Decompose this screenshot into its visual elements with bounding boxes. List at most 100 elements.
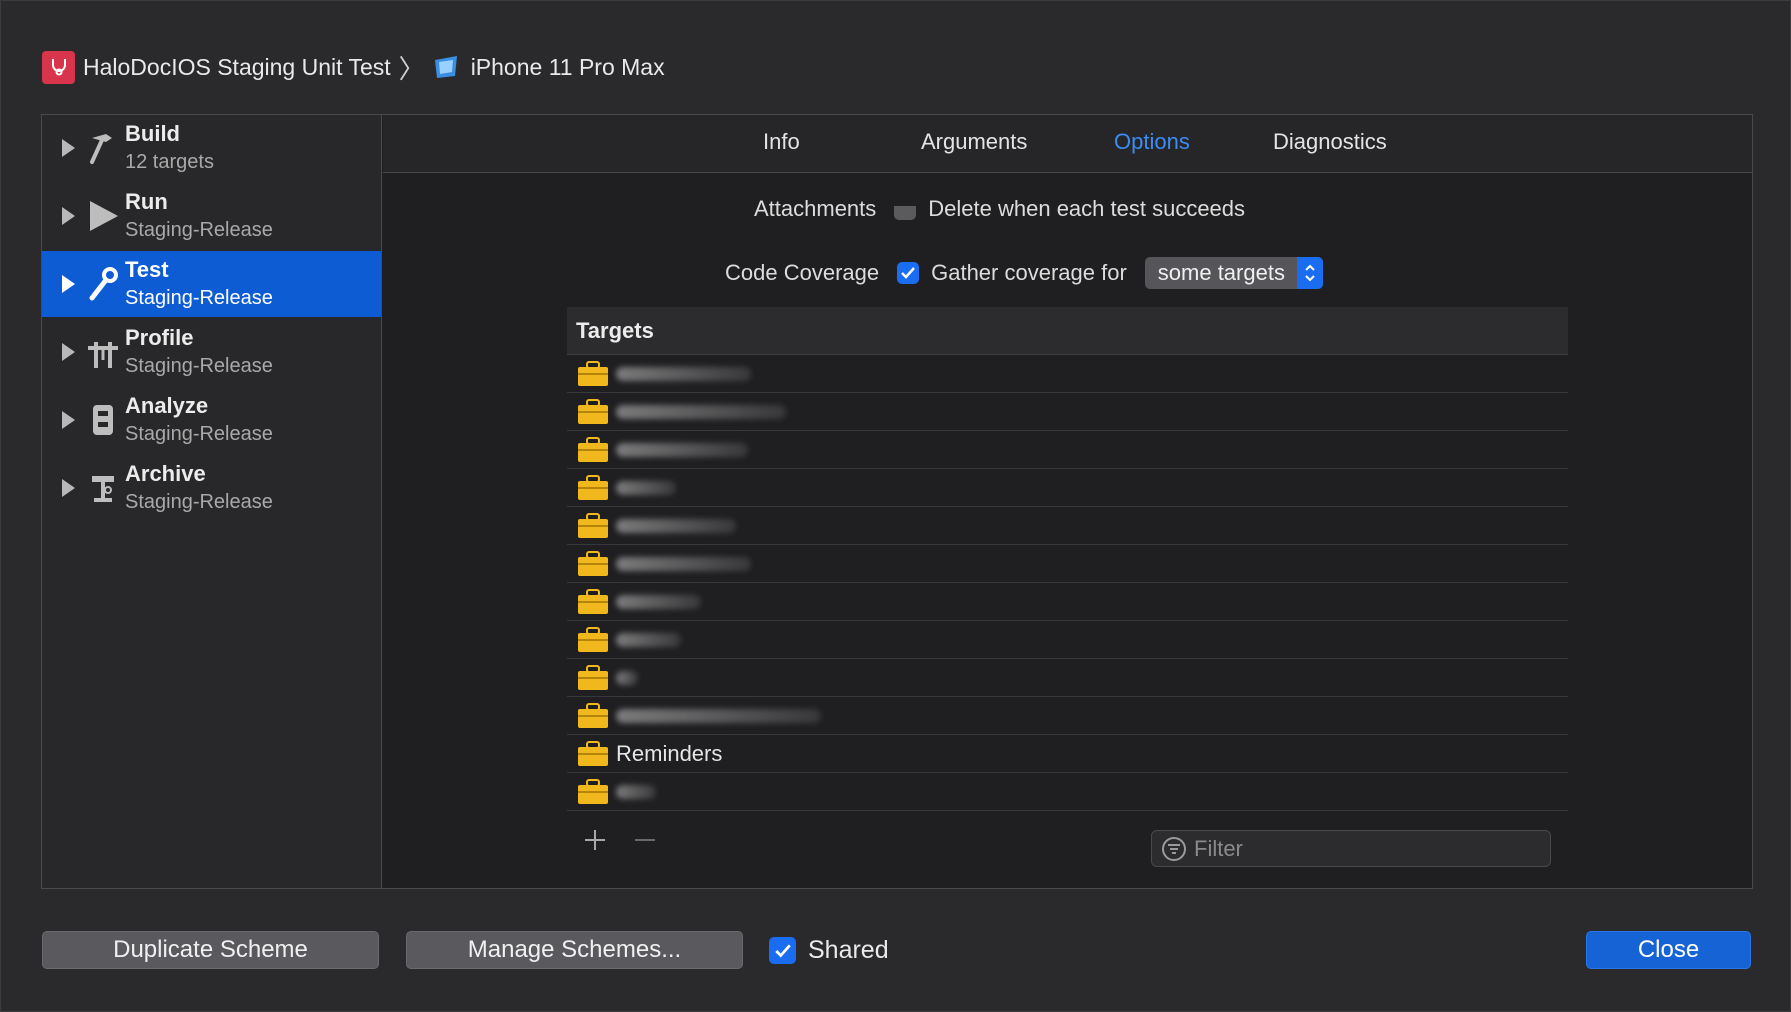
sidebar-item-title: Run [125, 189, 168, 214]
sidebar-item-title: Build [125, 121, 180, 146]
wrench-icon [85, 264, 121, 304]
minus-icon [635, 839, 655, 841]
gather-coverage-checkbox[interactable] [897, 262, 920, 284]
sidebar-item-test[interactable]: Test Staging-Release [42, 251, 381, 317]
sidebar-item-subtitle: 12 targets [125, 151, 214, 173]
redacted-target-name [616, 556, 751, 571]
device-icon [433, 54, 461, 80]
disclosure-triangle-icon[interactable] [62, 343, 75, 361]
scheme-editor-window: HaloDocIOS Staging Unit Test 〉 iPhone 11… [0, 0, 1791, 1012]
attachments-label: Attachments [754, 196, 877, 220]
disclosure-triangle-icon[interactable] [62, 411, 75, 429]
chevron-up-down-icon [1296, 257, 1323, 289]
checkmark-icon [774, 943, 791, 958]
scheme-panel: Build 12 targets Run Staging-Release Tes… [41, 114, 1753, 889]
sidebar-item-archive[interactable]: Archive Staging-Release [42, 455, 381, 521]
close-button[interactable]: Close [1586, 931, 1751, 969]
sidebar-item-profile[interactable]: Profile Staging-Release [42, 319, 381, 385]
target-toolbox-icon [578, 778, 608, 804]
target-toolbox-icon [578, 588, 608, 614]
redacted-target-name [616, 670, 638, 685]
sidebar-item-title: Archive [125, 461, 206, 486]
coverage-targets-select[interactable]: some targets [1144, 257, 1323, 289]
shared-label: Shared [808, 936, 889, 964]
redacted-target-name [616, 480, 676, 495]
tab-arguments[interactable]: Arguments [921, 129, 1027, 155]
manage-schemes-button[interactable]: Manage Schemes... [406, 931, 743, 969]
table-row[interactable] [567, 583, 1568, 621]
tab-bar: Info Arguments Options Diagnostics [383, 115, 1752, 173]
redacted-target-name [616, 708, 821, 723]
target-toolbox-icon [578, 360, 608, 386]
filter-placeholder: Filter [1194, 835, 1243, 861]
table-row[interactable] [567, 507, 1568, 545]
breadcrumb-device[interactable]: iPhone 11 Pro Max [471, 54, 665, 81]
targets-header: Targets [567, 307, 1568, 355]
table-row[interactable] [567, 393, 1568, 431]
breadcrumb-separator: 〉 [398, 53, 425, 84]
table-row[interactable] [567, 697, 1568, 735]
target-toolbox-icon [578, 626, 608, 652]
table-row[interactable] [567, 659, 1568, 697]
disclosure-triangle-icon[interactable] [62, 275, 75, 293]
sidebar-item-build[interactable]: Build 12 targets [42, 115, 381, 181]
table-row[interactable] [567, 621, 1568, 659]
gather-coverage-label[interactable]: Gather coverage for [931, 260, 1127, 286]
sidebar-item-subtitle: Staging-Release [125, 287, 273, 309]
code-coverage-row: Code Coverage Gather coverage for some t… [725, 256, 1323, 290]
tab-options[interactable]: Options [1114, 129, 1190, 155]
sidebar-item-analyze[interactable]: Analyze Staging-Release [42, 387, 381, 453]
app-icon [42, 50, 75, 84]
redacted-target-name [616, 442, 748, 457]
breadcrumb-scheme[interactable]: HaloDocIOS Staging Unit Test [83, 54, 391, 81]
table-row[interactable] [567, 545, 1568, 583]
redacted-target-name [616, 784, 656, 799]
plus-icon [585, 830, 605, 850]
play-icon [85, 196, 121, 236]
disclosure-triangle-icon[interactable] [62, 207, 75, 225]
target-toolbox-icon [578, 474, 608, 500]
duplicate-scheme-button[interactable]: Duplicate Scheme [42, 931, 379, 969]
table-row[interactable]: Reminders [567, 735, 1568, 773]
targets-table: Targets Reminders [567, 307, 1568, 813]
remove-target-button[interactable] [632, 827, 658, 861]
table-row[interactable] [567, 431, 1568, 469]
table-row[interactable] [567, 469, 1568, 507]
shared-toggle[interactable]: Shared [769, 936, 889, 965]
disclosure-triangle-icon[interactable] [62, 139, 75, 157]
redacted-target-name [616, 518, 736, 533]
filter-input[interactable]: Filter [1151, 830, 1551, 867]
attachments-checkbox[interactable] [894, 206, 917, 220]
tab-info[interactable]: Info [763, 129, 800, 155]
table-row[interactable] [567, 355, 1568, 393]
redacted-target-name [616, 632, 681, 647]
sidebar-item-subtitle: Staging-Release [125, 423, 273, 445]
sidebar-item-subtitle: Staging-Release [125, 355, 273, 377]
archive-icon [85, 468, 121, 508]
tab-diagnostics[interactable]: Diagnostics [1273, 129, 1387, 155]
target-toolbox-icon [578, 550, 608, 576]
shared-checkbox[interactable] [769, 937, 796, 964]
breadcrumb[interactable]: HaloDocIOS Staging Unit Test 〉 iPhone 11… [42, 49, 665, 85]
redacted-target-name [616, 594, 701, 609]
sidebar-item-subtitle: Staging-Release [125, 491, 273, 513]
sidebar-item-run[interactable]: Run Staging-Release [42, 183, 381, 249]
attachments-checkbox-label[interactable]: Delete when each test succeeds [928, 198, 1245, 220]
hammer-icon [85, 128, 121, 168]
action-sidebar: Build 12 targets Run Staging-Release Tes… [42, 115, 382, 888]
disclosure-triangle-icon[interactable] [62, 479, 75, 497]
analyze-icon [85, 400, 121, 440]
sidebar-item-title: Test [125, 257, 169, 282]
table-row[interactable] [567, 773, 1568, 811]
add-target-button[interactable] [582, 827, 608, 861]
attachments-row: Attachments Delete when each test succee… [754, 194, 1245, 220]
filter-icon [1162, 836, 1186, 861]
target-toolbox-icon [578, 436, 608, 462]
target-toolbox-icon [578, 512, 608, 538]
checkmark-icon [901, 267, 916, 279]
sidebar-item-title: Analyze [125, 393, 209, 418]
target-toolbox-icon [578, 740, 608, 766]
redacted-target-name [616, 404, 786, 419]
coverage-select-value: some targets [1157, 260, 1285, 285]
instruments-icon [85, 332, 121, 372]
